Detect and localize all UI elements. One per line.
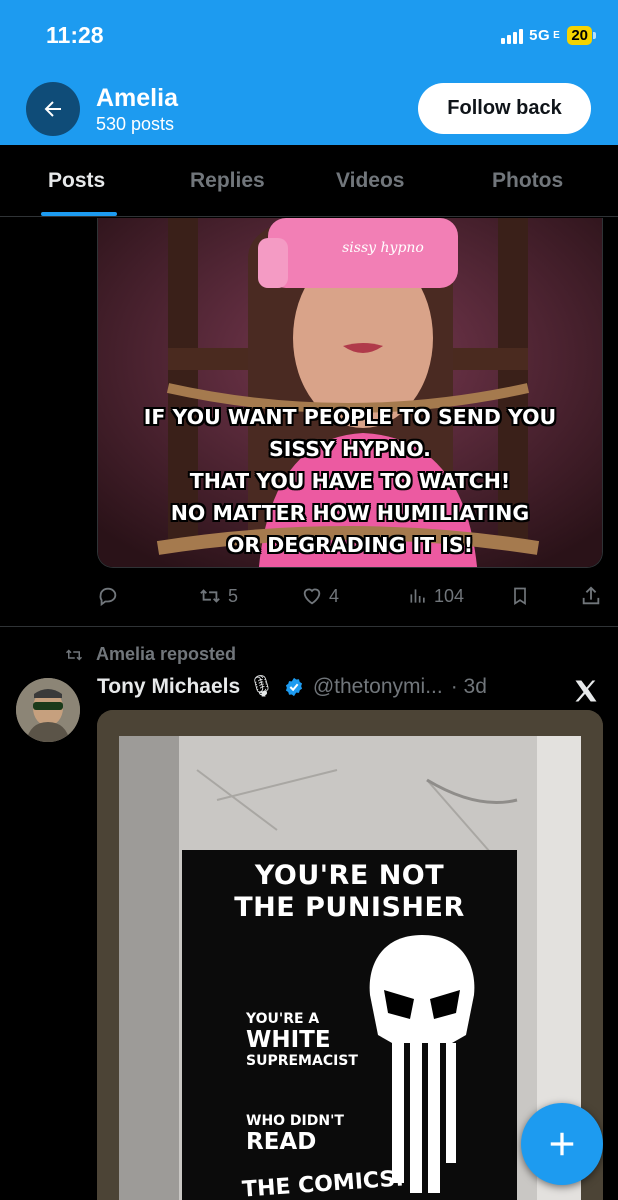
back-button[interactable] (26, 82, 80, 136)
like-button[interactable]: 4 (301, 583, 339, 609)
repost-icon (200, 589, 220, 603)
post-image[interactable]: sissy hypno IF YOU WANT PEOPLE TO SEND Y… (97, 218, 603, 568)
sticker-block-b: WHO DIDN'T READ (246, 1112, 344, 1154)
sticker-block-a: YOU'RE A WHITE SUPREMACIST (246, 1010, 358, 1070)
caption-line: OR DEGRADING IT IS! (226, 533, 474, 557)
follow-back-button[interactable]: Follow back (418, 83, 591, 134)
views-icon (410, 589, 425, 603)
back-arrow-icon (44, 101, 61, 117)
sticker-text: YOU'RE A (246, 1011, 320, 1027)
avatar[interactable] (16, 678, 80, 742)
battery-level: 20 (567, 26, 592, 45)
sticker-headline: YOU'RE NOT THE PUNISHER (182, 860, 517, 924)
profile-tabs: Posts Replies Videos Photos (0, 145, 618, 217)
sticker-headline-line: THE PUNISHER (234, 892, 465, 923)
headset-text: sissy hypno (342, 240, 424, 256)
repost-count: 5 (228, 585, 239, 606)
x-logo-icon (572, 677, 600, 710)
sticker-headline-line: YOU'RE NOT (254, 860, 445, 891)
profile-header: 11:28 5G E 20 Amelia 530 posts Follow ba… (0, 0, 618, 145)
sticker-text: SUPREMACIST (246, 1053, 358, 1069)
repost-indicator[interactable]: Amelia reposted (62, 644, 236, 665)
signal-icon (501, 28, 524, 44)
bookmark-button[interactable] (510, 583, 530, 609)
network-type: 5G (529, 27, 551, 44)
post-author[interactable]: Tony Michaels 🎙 @thetonymi... · 3d (97, 675, 487, 699)
like-icon (303, 588, 321, 605)
caption-line: SISSY HYPNO. (269, 437, 431, 461)
status-indicators: 5G E 20 (501, 26, 596, 45)
skull-icon (369, 935, 475, 1193)
tab-videos[interactable]: Videos (336, 169, 404, 193)
view-count: 104 (434, 585, 465, 606)
like-count: 4 (329, 585, 340, 606)
verified-icon (285, 677, 302, 697)
status-time: 11:28 (46, 22, 104, 48)
caption-line: THAT YOU HAVE TO WATCH! (189, 469, 511, 493)
active-tab-indicator (41, 212, 117, 216)
caption-line: IF YOU WANT PEOPLE TO SEND YOU (143, 405, 557, 429)
compose-plus-icon (550, 1132, 574, 1156)
tab-replies[interactable]: Replies (190, 169, 265, 193)
repost-button[interactable]: 5 (198, 583, 238, 609)
author-name: Tony Michaels (97, 675, 241, 698)
tab-photos[interactable]: Photos (492, 169, 563, 193)
author-handle: @thetonymi... (312, 675, 443, 698)
post-count: 530 posts (96, 114, 175, 134)
repost-icon (65, 648, 83, 661)
sticker-text: WHITE (246, 1027, 331, 1053)
image-caption: IF YOU WANT PEOPLE TO SEND YOU SISSY HYP… (98, 401, 602, 561)
battery-icon: 20 (567, 26, 596, 45)
microphone-emoji: 🎙 (248, 675, 275, 698)
share-icon (582, 586, 600, 605)
views-button[interactable]: 104 (408, 583, 464, 609)
tab-posts[interactable]: Posts (48, 169, 105, 193)
caption-line: NO MATTER HOW HUMILIATING (170, 501, 530, 525)
profile-name: Amelia (96, 84, 178, 112)
sticker-text: WHO DIDN'T (246, 1113, 344, 1129)
repost-label: Amelia reposted (96, 644, 237, 664)
post-divider (0, 626, 618, 627)
sticker-text: READ (246, 1129, 317, 1155)
punisher-sticker: YOU'RE NOT THE PUNISHER YOU'RE A WHITE S… (182, 850, 517, 1200)
network-suffix: E (553, 30, 561, 41)
post-time: · 3d (450, 675, 487, 698)
reply-icon (99, 587, 117, 607)
compose-button[interactable] (521, 1103, 603, 1185)
share-button[interactable] (580, 583, 602, 609)
bookmark-icon (514, 587, 526, 606)
reply-button[interactable] (97, 583, 119, 609)
